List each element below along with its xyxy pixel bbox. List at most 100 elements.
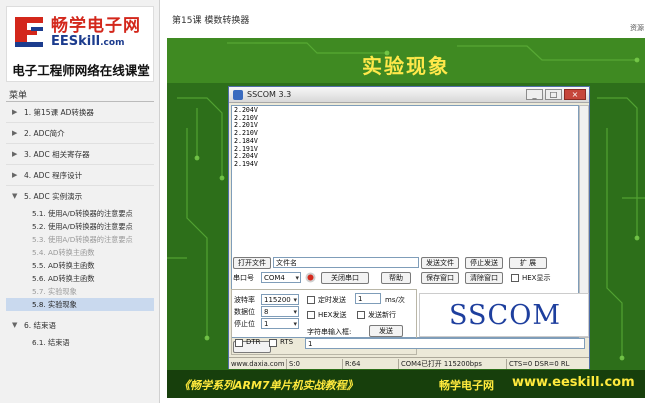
footer-site-name: 畅学电子网 <box>439 379 494 392</box>
app-icon <box>233 90 243 100</box>
timed-send-checkbox[interactable] <box>307 296 315 304</box>
chevron-down-icon: ▼ <box>12 192 18 200</box>
received-line: 2.210V <box>234 113 258 122</box>
logo-en-suffix: .com <box>100 38 125 48</box>
menu-sub-6-1[interactable]: 6.1. 结束语 <box>6 336 154 350</box>
footer-site-url: www.eeskill.com <box>512 375 635 390</box>
menu-item-3[interactable]: ▶ 3. ADC 相关寄存器 <box>6 144 154 165</box>
send-newline-checkbox[interactable] <box>357 311 365 319</box>
status-bar: www.daxia.com S:0 R:64 COM4已打开 115200bps… <box>229 357 589 369</box>
menu-item-label: 3. ADC 相关寄存器 <box>24 150 90 159</box>
sscom-title: SSCOM 3.3 <box>247 90 292 99</box>
interval-unit: ms/次 <box>385 296 405 304</box>
received-line: 2.194V <box>234 159 258 168</box>
menu-sub-5-2[interactable]: 5.2. 使用A/D转换器的注意要点 <box>6 220 154 233</box>
menu-item-6[interactable]: ▼ 6. 结束语 <box>6 315 154 336</box>
send-newline-label: 发送新行 <box>368 311 396 319</box>
logo-mark-icon <box>15 17 43 47</box>
menu-item-label: 1. 第15课 AD转换器 <box>24 108 94 117</box>
received-line: 2.204V <box>234 152 258 161</box>
menu-sub-5-8[interactable]: 5.8. 实验现象 <box>6 298 154 311</box>
dtr-label: DTR <box>246 338 261 346</box>
chevron-down-icon: ▼ <box>12 321 18 329</box>
received-line: 2.210V <box>234 129 258 138</box>
sscom-titlebar[interactable]: SSCOM 3.3 _ □ × <box>229 87 589 103</box>
databits-value: 8 <box>264 308 269 316</box>
logo: 畅学电子网 EESkill.com 电子工程师网络在线课堂 <box>6 6 154 82</box>
menu-sub-5-6[interactable]: 5.6. AD转换主函数 <box>6 272 154 285</box>
page-title: 第15课 模数转换器 <box>172 16 250 26</box>
menu-item-2[interactable]: ▶ 2. ADC简介 <box>6 123 154 144</box>
menu-item-4[interactable]: ▶ 4. ADC 程序设计 <box>6 165 154 186</box>
menu-item-1[interactable]: ▶ 1. 第15课 AD转换器 <box>6 102 154 123</box>
dtr-checkbox[interactable] <box>235 339 243 347</box>
status-sent: S:0 <box>287 359 343 369</box>
hex-display-checkbox[interactable] <box>511 274 519 282</box>
menu-sub-5-5[interactable]: 5.5. AD转换主函数 <box>6 259 154 272</box>
received-line: 2.201V <box>234 121 258 130</box>
chevron-right-icon: ▶ <box>12 150 18 158</box>
stopbits-value: 1 <box>264 320 269 328</box>
stopbits-label: 停止位 <box>234 320 255 328</box>
menu-item-5[interactable]: ▼ 5. ADC 实例演示 <box>6 186 154 207</box>
sidebar: 畅学电子网 EESkill.com 电子工程师网络在线课堂 菜单 ▶ 1. 第15… <box>0 0 160 403</box>
status-lines: CTS=0 DSR=0 RL <box>509 360 570 368</box>
status-port: COM4已打开 115200bps <box>399 359 507 369</box>
chevron-right-icon: ▶ <box>12 129 18 137</box>
received-line: 2.184V <box>234 136 258 145</box>
maximize-button[interactable]: □ <box>545 89 562 100</box>
baud-value: 115200 <box>264 296 291 304</box>
interval-input[interactable]: 1 <box>355 293 381 304</box>
stop-send-button[interactable]: 停止发送 <box>465 257 503 269</box>
app-root: 畅学电子网 EESkill.com 电子工程师网络在线课堂 菜单 ▶ 1. 第15… <box>0 0 650 403</box>
databits-select[interactable]: 8 <box>261 306 299 317</box>
logo-en-main: EESkill <box>51 34 101 49</box>
rts-label: RTS <box>280 338 294 346</box>
send-button[interactable]: 发送 <box>369 325 403 337</box>
chevron-right-icon: ▶ <box>12 108 18 116</box>
slide-title: 实验现象 <box>362 54 450 78</box>
header: 第15课 模数转换器 资源 <box>160 0 650 38</box>
expand-button[interactable]: 扩 展 <box>509 257 547 269</box>
close-port-button[interactable]: 关闭串口 <box>321 272 369 284</box>
databits-label: 数据位 <box>234 308 255 316</box>
close-button[interactable]: × <box>564 89 586 100</box>
baud-select[interactable]: 115200 <box>261 294 299 305</box>
menu-item-label: 4. ADC 程序设计 <box>24 171 83 180</box>
stopbits-select[interactable]: 1 <box>261 318 299 329</box>
menu-item-label: 6. 结束语 <box>24 321 57 330</box>
logo-slogan: 电子工程师网络在线课堂 <box>12 63 150 78</box>
received-line: 2.191V <box>234 144 258 153</box>
menu-list: ▶ 1. 第15课 AD转换器 ▶ 2. ADC简介 ▶ 3. ADC 相关寄存器 ▶… <box>6 102 154 350</box>
menu-sub-5-7[interactable]: 5.7. 实验现象 <box>6 285 154 298</box>
port-select[interactable]: COM4 <box>261 272 301 283</box>
baud-label: 波特率 <box>234 296 255 304</box>
timed-send-label: 定时发送 <box>318 296 346 304</box>
save-window-button[interactable]: 保存窗口 <box>421 272 459 284</box>
open-file-button[interactable]: 打开文件 <box>233 257 271 269</box>
menu-sub-5-4[interactable]: 5.4. AD转换主函数 <box>6 246 154 259</box>
hex-send-checkbox[interactable] <box>307 311 315 319</box>
clear-window-button[interactable]: 清除窗口 <box>465 272 503 284</box>
hex-display-label: HEX显示 <box>522 274 551 282</box>
sscom-brand-panel: SSCOM <box>419 293 589 337</box>
menu-item-label: 5. ADC 实例演示 <box>24 192 83 201</box>
input-label: 字符串输入框: <box>307 328 352 336</box>
status-received: R:64 <box>343 359 399 369</box>
send-file-button[interactable]: 发送文件 <box>421 257 459 269</box>
minimize-button[interactable]: _ <box>526 89 543 100</box>
received-line: 2.204V <box>234 106 258 114</box>
menu-sub-5-3[interactable]: 5.3. 使用A/D转换器的注意要点 <box>6 233 154 246</box>
chevron-right-icon: ▶ <box>12 171 18 179</box>
logo-en-text: EESkill.com <box>51 34 124 49</box>
hex-send-label: HEX发送 <box>318 311 347 319</box>
send-input[interactable]: 1 <box>305 338 585 349</box>
footer-course-name: 《畅学系列ARM7单片机实战教程》 <box>179 379 358 392</box>
resources-link[interactable]: 资源 <box>630 23 644 33</box>
logo-cn-text: 畅学电子网 <box>51 16 141 36</box>
menu-sub-5-1[interactable]: 5.1. 使用A/D转换器的注意要点 <box>6 207 154 220</box>
status-site: www.daxia.com <box>229 359 287 369</box>
filename-field[interactable]: 文件名 <box>273 257 419 268</box>
rts-checkbox[interactable] <box>269 339 277 347</box>
help-button[interactable]: 帮助 <box>381 272 411 284</box>
